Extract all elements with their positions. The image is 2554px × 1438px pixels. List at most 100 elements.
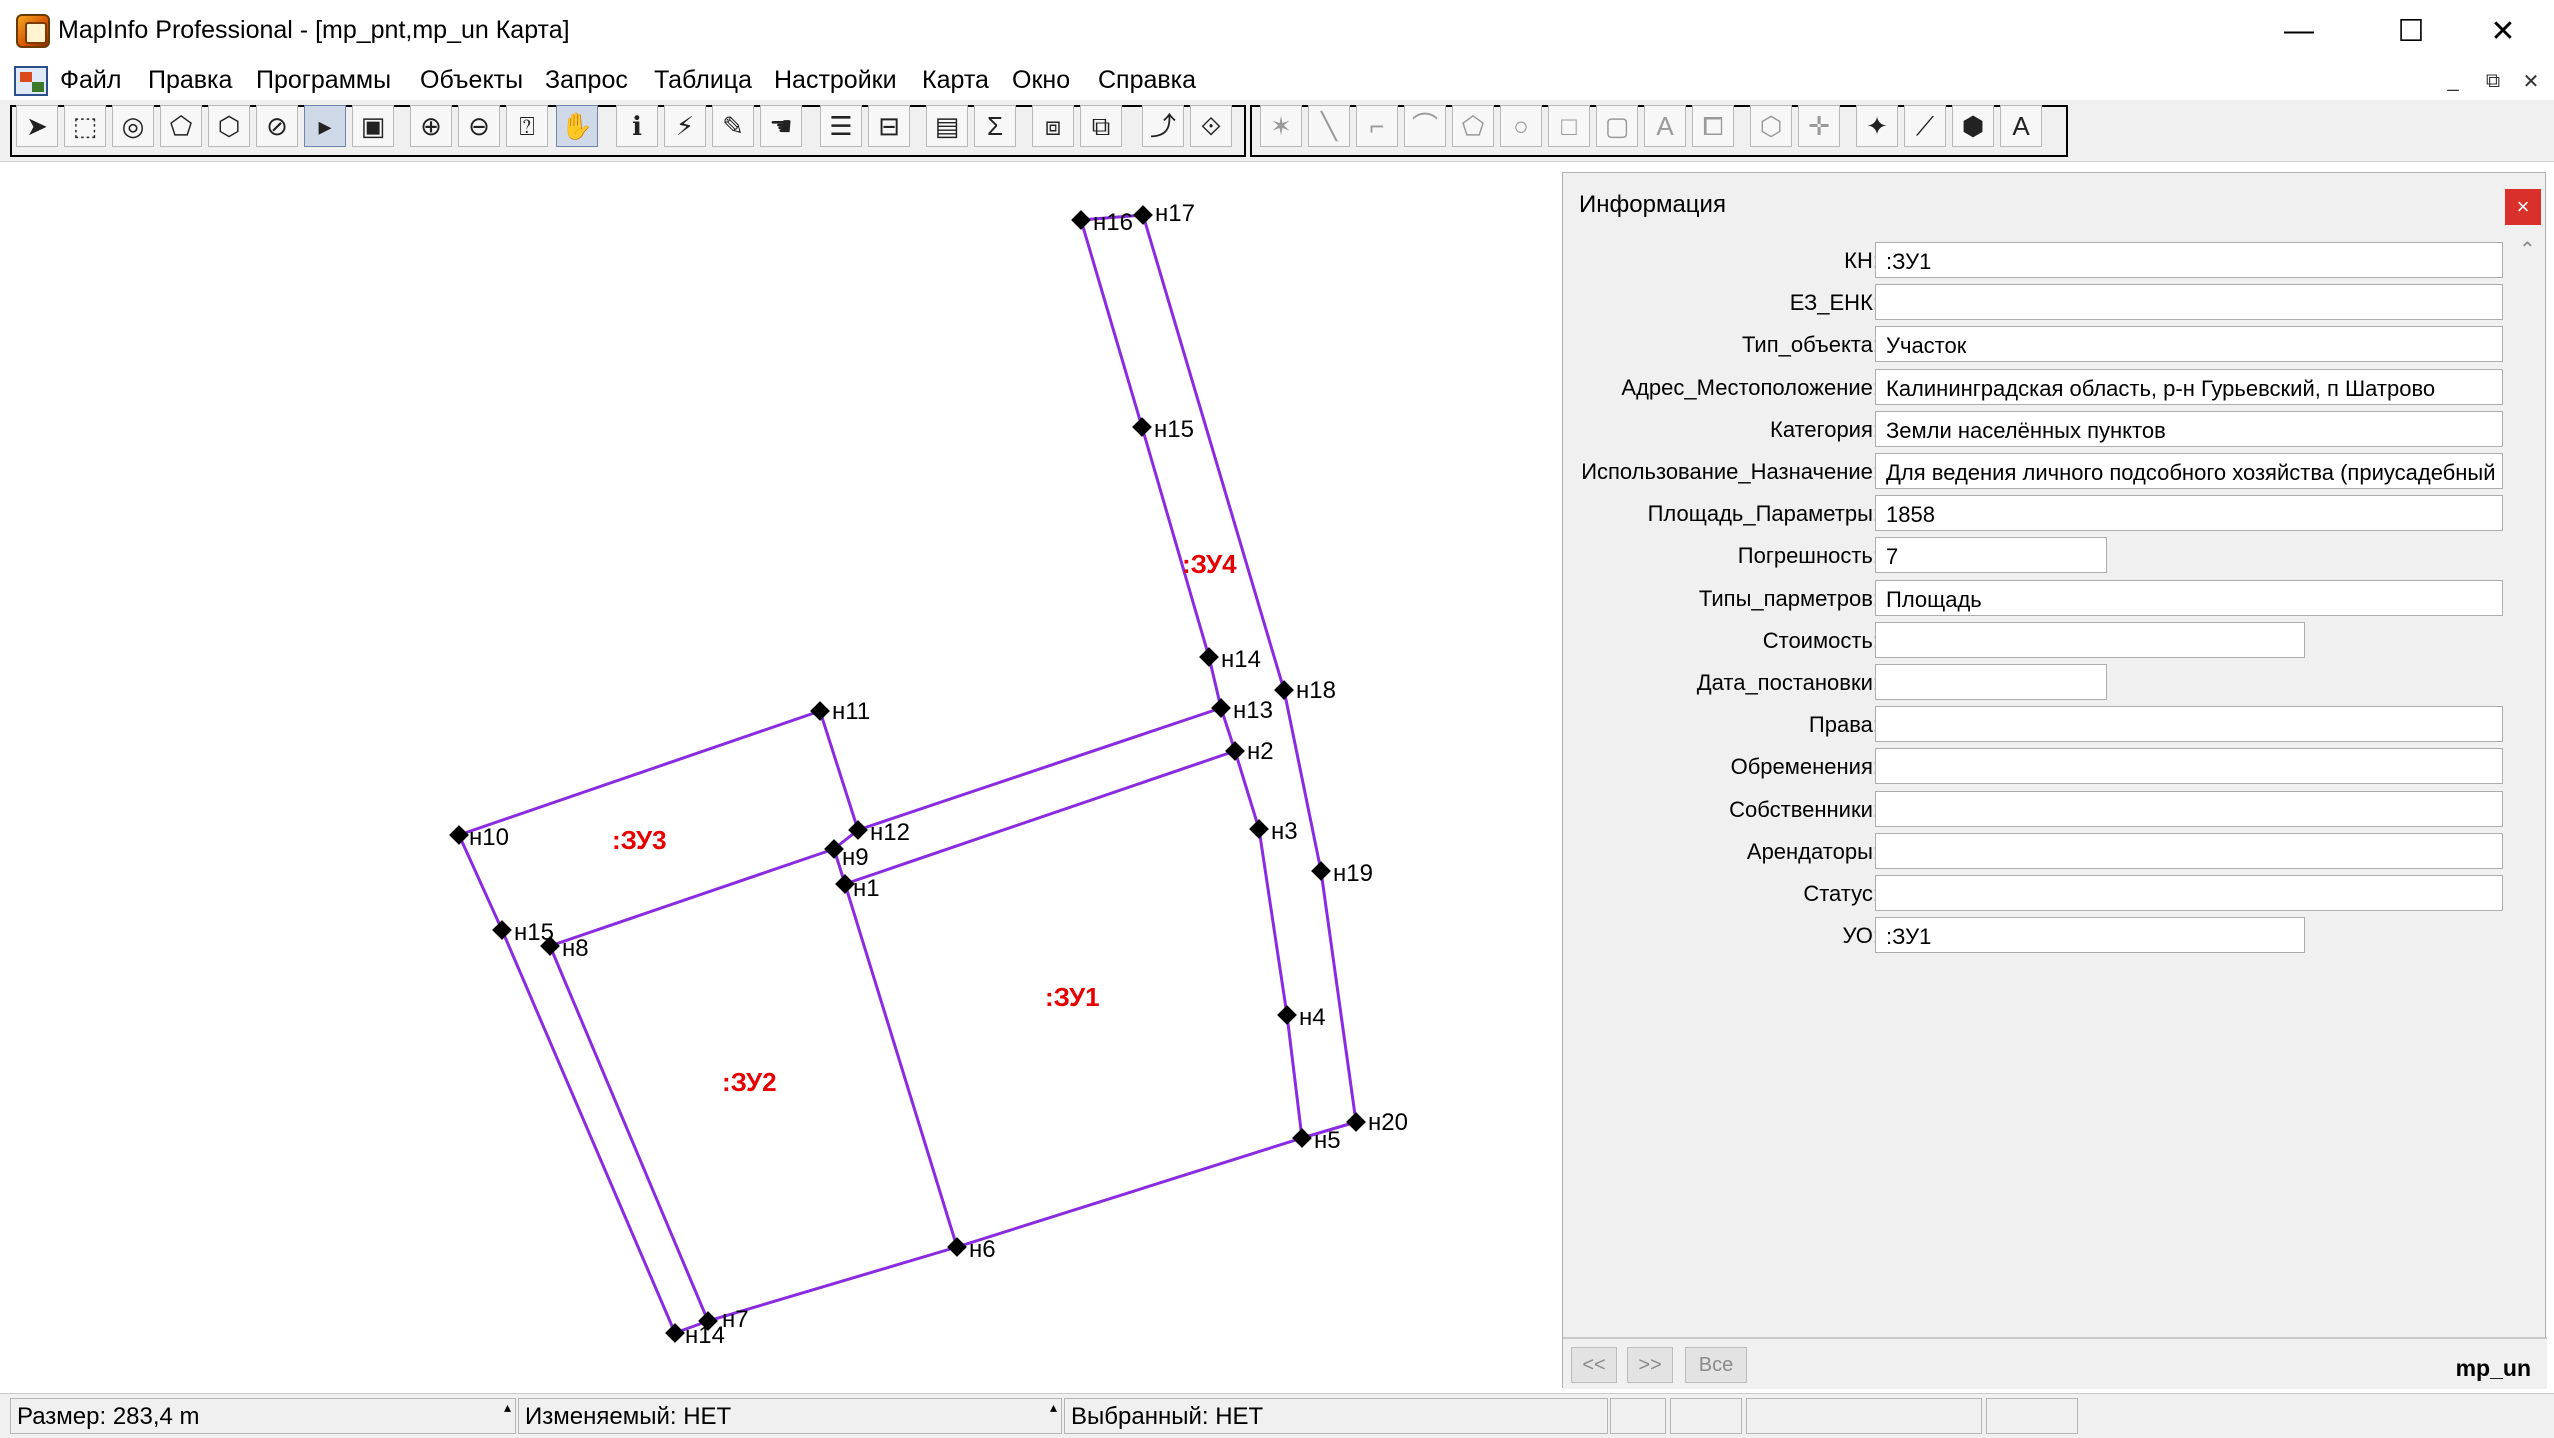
change-view-icon[interactable]: ⍰ — [506, 105, 548, 147]
field-value[interactable]: Для ведения личного подсобного хозяйства… — [1875, 453, 2503, 489]
rectangle-draw-icon[interactable]: □ — [1548, 105, 1590, 147]
status-size[interactable]: Размер: 283,4 m ▴ — [10, 1398, 516, 1434]
minimize-button[interactable]: — — [2244, 0, 2354, 62]
map-canvas[interactable]: н16 н17 н15 н14 н18 н13 н2 н11 н12н9 н1 н3 н19 н10 н1… — [0, 163, 1560, 1393]
boundary-line[interactable] — [844, 749, 1236, 886]
field-value[interactable]: Земли населённых пунктов — [1875, 410, 2503, 447]
next-record-button[interactable]: >> — [1627, 1347, 1673, 1383]
menu-map[interactable]: Карта — [922, 66, 989, 95]
style-region-icon[interactable]: ⬢ — [1952, 105, 1994, 147]
vertex-point-marker[interactable] — [835, 874, 855, 894]
pan-hand-icon[interactable]: ✋ — [556, 105, 598, 147]
vertex-point-marker[interactable] — [1277, 1005, 1297, 1025]
vertex-point-marker[interactable] — [665, 1323, 685, 1343]
all-records-button[interactable]: Все — [1685, 1347, 1747, 1383]
vertex-point-marker[interactable] — [1132, 417, 1152, 437]
boundary-line[interactable] — [548, 945, 710, 1322]
map-window[interactable]: н16 н17 н15 н14 н18 н13 н2 н11 н12 н9 н1 н3 н19 н10 н1… — [0, 163, 1560, 1393]
drag-map-icon[interactable]: ☚ — [760, 105, 802, 147]
vertex-point-marker[interactable] — [1346, 1112, 1366, 1132]
vertex-point-marker[interactable] — [1199, 647, 1219, 667]
zoom-out-icon[interactable]: ⊖ — [458, 105, 500, 147]
field-value[interactable] — [1875, 875, 2503, 911]
menu-file[interactable]: Файл — [60, 66, 121, 95]
field-value[interactable]: Площадь — [1875, 579, 2503, 616]
field-value[interactable]: :ЗУ1 — [1875, 917, 2305, 954]
info-scrollbar[interactable]: ⌃ ⌄ — [2517, 237, 2543, 1361]
rounded-rect-draw-icon[interactable]: ▢ — [1596, 105, 1638, 147]
arc-draw-icon[interactable]: ⌒ — [1404, 105, 1446, 147]
label-tool-icon[interactable]: ✎ — [712, 105, 754, 147]
text-draw-icon[interactable]: A — [1644, 105, 1686, 147]
field-value[interactable] — [1875, 706, 2503, 743]
field-value[interactable] — [1875, 664, 2107, 700]
field-value[interactable]: 1858 — [1875, 495, 2503, 532]
field-value[interactable]: 7 — [1875, 537, 2107, 574]
field-value[interactable] — [1875, 790, 2503, 827]
ellipse-draw-icon[interactable]: ○ — [1500, 105, 1542, 147]
document-map-icon[interactable] — [14, 66, 48, 96]
menu-edit[interactable]: Правка — [148, 66, 232, 95]
symbol-draw-icon[interactable]: ✶ — [1260, 105, 1302, 147]
vertex-point-marker[interactable] — [1225, 741, 1245, 761]
boundary-line[interactable] — [549, 847, 835, 948]
vertex-point-marker[interactable] — [1311, 861, 1331, 881]
vertex-point-marker[interactable] — [1249, 819, 1269, 839]
graph-select-icon[interactable]: ▸ — [304, 105, 346, 147]
mdi-restore-button[interactable]: ⧉ — [2478, 68, 2508, 94]
invert-select-icon[interactable]: ▣ — [352, 105, 394, 147]
set-target-icon[interactable]: ⧉ — [1080, 105, 1122, 147]
info-close-button[interactable]: × — [2505, 189, 2541, 225]
line-draw-icon[interactable]: ╲ — [1308, 105, 1350, 147]
frame-draw-icon[interactable]: ⧠ — [1692, 105, 1734, 147]
reshape-nodes-icon[interactable]: ⬡ — [1750, 105, 1792, 147]
scroll-up-icon[interactable]: ⌃ — [2519, 237, 2536, 262]
menu-help[interactable]: Справка — [1098, 66, 1196, 95]
field-value[interactable] — [1875, 832, 2503, 869]
style-text-icon[interactable]: A — [2000, 105, 2042, 147]
info-tool-icon[interactable]: ℹ — [616, 105, 658, 147]
hotlink-icon[interactable]: ⚡ — [664, 105, 706, 147]
select-arrow-icon[interactable]: ➤ — [16, 105, 58, 147]
marquee-select-icon[interactable]: ⬚ — [64, 105, 106, 147]
legend-icon[interactable]: ▤ — [926, 105, 968, 147]
vertex-point-marker[interactable] — [1292, 1128, 1312, 1148]
redistrict-icon[interactable]: ⤴ — [1142, 105, 1184, 147]
unselect-icon[interactable]: ⊘ — [256, 105, 298, 147]
polygon-select-icon[interactable]: ⬠ — [160, 105, 202, 147]
boundary-select-icon[interactable]: ⬡ — [208, 105, 250, 147]
vertex-point-marker[interactable] — [1071, 210, 1091, 230]
prev-record-button[interactable]: << — [1571, 1347, 1617, 1383]
ruler-icon[interactable]: ⊟ — [868, 105, 910, 147]
field-value[interactable] — [1875, 748, 2503, 785]
vertex-point-marker[interactable] — [810, 701, 830, 721]
field-value[interactable] — [1875, 621, 2305, 658]
field-value[interactable]: Калининградская область, р-н Гурьевский,… — [1875, 368, 2503, 405]
mdi-minimize-button[interactable]: _ — [2438, 68, 2468, 94]
menu-query[interactable]: Запрос — [545, 66, 628, 95]
vertex-point-marker[interactable] — [449, 825, 469, 845]
boundary-line[interactable] — [857, 706, 1222, 832]
close-button[interactable]: ✕ — [2448, 0, 2554, 62]
vertex-point-marker[interactable] — [947, 1237, 967, 1257]
reshape-icon[interactable]: ⟐ — [1190, 105, 1232, 147]
boundary-line[interactable] — [458, 709, 959, 1248]
add-node-icon[interactable]: ✛ — [1798, 105, 1840, 147]
menu-window[interactable]: Окно — [1012, 66, 1070, 95]
vertex-point-marker[interactable] — [1274, 680, 1294, 700]
polyline-draw-icon[interactable]: ⌐ — [1356, 105, 1398, 147]
mdi-close-button[interactable]: ✕ — [2516, 68, 2546, 94]
field-value[interactable]: Участок — [1875, 326, 2503, 363]
style-symbol-icon[interactable]: ✦ — [1856, 105, 1898, 147]
polygon-draw-icon[interactable]: ⬠ — [1452, 105, 1494, 147]
vertex-point-marker[interactable] — [492, 920, 512, 940]
field-value[interactable] — [1875, 284, 2503, 321]
layer-control-icon[interactable]: ☰ — [820, 105, 862, 147]
status-size-dropdown-icon[interactable]: ▴ — [504, 1399, 511, 1416]
style-line-icon[interactable]: ⟋ — [1904, 105, 1946, 147]
vertex-point-marker[interactable] — [1133, 205, 1153, 225]
menu-settings[interactable]: Настройки — [774, 66, 897, 95]
radius-select-icon[interactable]: ◎ — [112, 105, 154, 147]
clip-region-icon[interactable]: ⧈ — [1032, 105, 1074, 147]
zoom-in-icon[interactable]: ⊕ — [410, 105, 452, 147]
